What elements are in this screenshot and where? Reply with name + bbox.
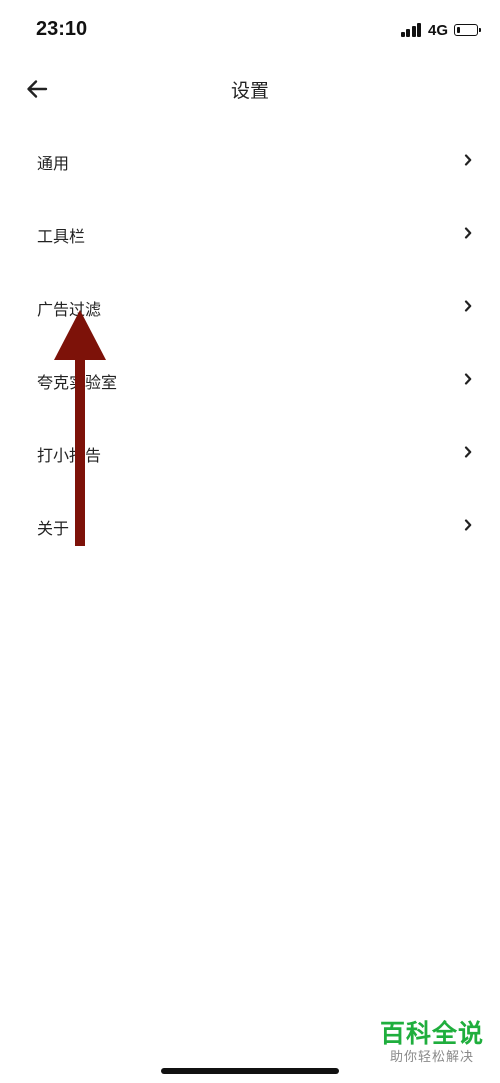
- status-bar: 23:10 4G: [0, 0, 500, 60]
- chevron-right-icon: [464, 446, 472, 458]
- battery-icon: [454, 24, 481, 36]
- network-label: 4G: [427, 21, 448, 39]
- status-indicators: 4G: [400, 20, 481, 40]
- signal-icon: [400, 23, 423, 37]
- watermark-title: 百科全说: [379, 1019, 484, 1048]
- home-indicator[interactable]: [161, 1068, 339, 1074]
- annotation-arrow-icon: [54, 310, 106, 546]
- page-title: 设置: [230, 80, 269, 102]
- battery-fill: [456, 26, 460, 33]
- chevron-right-icon: [464, 300, 472, 312]
- arrow-head: [54, 310, 106, 360]
- chevron-right-icon: [464, 227, 472, 239]
- settings-item-toolbar[interactable]: 工具栏: [0, 198, 500, 271]
- watermark-logo: 百科全说 助你轻松解决: [380, 1019, 484, 1067]
- status-time: 23:10: [36, 18, 88, 40]
- settings-item-general[interactable]: 通用: [0, 125, 500, 198]
- chevron-right-icon: [464, 519, 472, 531]
- chevron-right-icon: [464, 154, 472, 166]
- settings-item-label: 通用: [37, 154, 70, 173]
- watermark-subtitle: 助你轻松解决: [389, 1050, 474, 1065]
- settings-item-label: 工具栏: [37, 227, 86, 246]
- settings-screen: { "status_bar": { "time": "23:10", "netw…: [0, 0, 500, 1083]
- chevron-right-icon: [464, 373, 472, 385]
- arrow-shaft: [75, 356, 85, 546]
- nav-header: 设置: [0, 60, 500, 118]
